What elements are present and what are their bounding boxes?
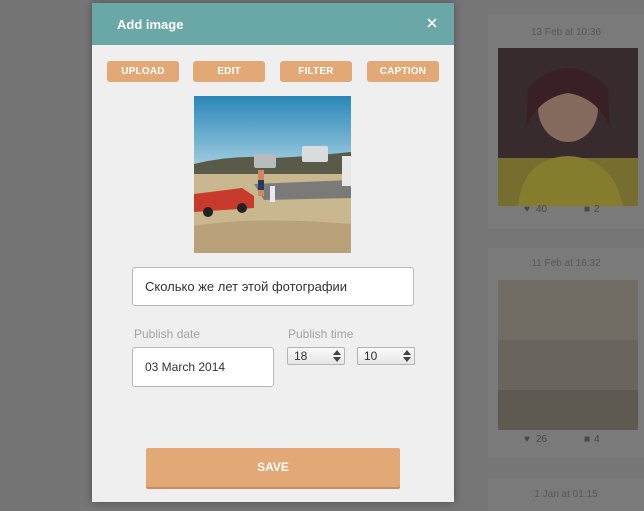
caption-input[interactable]: Сколько же лет этой фотографии — [132, 267, 414, 306]
publish-date-label: Publish date — [134, 327, 201, 341]
edit-button[interactable]: EDIT — [193, 61, 265, 82]
publish-date-field[interactable]: 03 March 2014 — [132, 347, 274, 387]
close-icon[interactable] — [424, 13, 440, 33]
image-toolbar: UPLOAD EDIT FILTER CAPTION — [107, 61, 441, 83]
minute-value: 10 — [364, 349, 378, 363]
hour-value: 18 — [294, 349, 308, 363]
preview-photo — [194, 96, 351, 253]
hour-stepper[interactable]: 18 — [287, 347, 345, 365]
publish-time-label: Publish time — [288, 327, 354, 341]
stepper-arrows-icon[interactable] — [333, 349, 341, 363]
add-image-dialog: Add image UPLOAD EDIT FILTER CAPTION Ско… — [92, 3, 454, 502]
image-preview — [194, 96, 351, 253]
dialog-title: Add image — [117, 17, 184, 32]
stepper-arrows-icon[interactable] — [403, 349, 411, 363]
save-button[interactable]: SAVE — [146, 448, 400, 487]
upload-button[interactable]: UPLOAD — [107, 61, 179, 82]
filter-button[interactable]: FILTER — [280, 61, 352, 82]
minute-stepper[interactable]: 10 — [357, 347, 415, 365]
caption-button[interactable]: CAPTION — [367, 61, 439, 82]
dialog-header: Add image — [92, 3, 454, 45]
